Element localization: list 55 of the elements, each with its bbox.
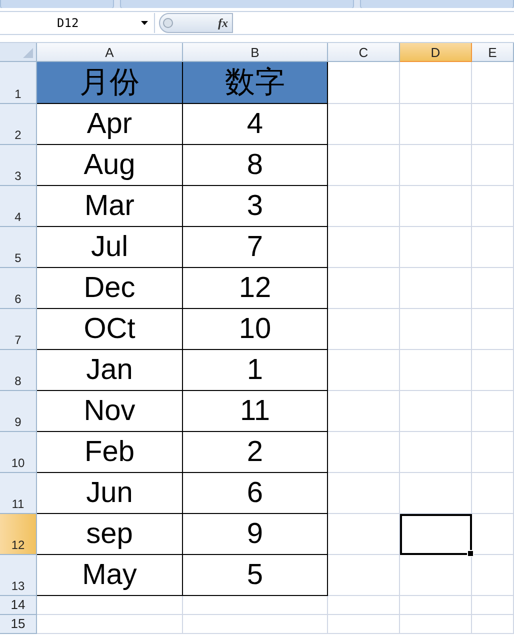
column-header[interactable]: C bbox=[328, 43, 400, 62]
cell-reference: D12 bbox=[57, 16, 79, 30]
table-cell: Jul bbox=[37, 227, 183, 268]
row-header[interactable]: 11 bbox=[0, 473, 37, 514]
table-cell: May bbox=[37, 555, 183, 596]
table-cell: 12 bbox=[183, 268, 328, 309]
select-all-button[interactable] bbox=[0, 43, 37, 62]
table-cell: 6 bbox=[183, 473, 328, 514]
table-cell: Dec bbox=[37, 268, 183, 309]
row-header[interactable]: 12 bbox=[0, 514, 37, 555]
table-cell: Nov bbox=[37, 391, 183, 432]
table-cell: 9 bbox=[183, 514, 328, 555]
row-header[interactable]: 14 bbox=[0, 596, 37, 615]
column-header[interactable]: E bbox=[472, 43, 514, 62]
row-header[interactable]: 2 bbox=[0, 104, 37, 145]
row-header[interactable]: 4 bbox=[0, 186, 37, 227]
header-cell: 月份 bbox=[37, 62, 183, 104]
table-cell: Aug bbox=[37, 145, 183, 186]
row-header[interactable]: 5 bbox=[0, 227, 37, 268]
active-cell[interactable] bbox=[400, 514, 472, 555]
row-header[interactable]: 10 bbox=[0, 432, 37, 473]
table-cell: 11 bbox=[183, 391, 328, 432]
table-cell: 1 bbox=[183, 350, 328, 391]
row-header[interactable]: 8 bbox=[0, 350, 37, 391]
row-header[interactable]: 7 bbox=[0, 309, 37, 350]
triangle-icon bbox=[23, 48, 33, 58]
column-header[interactable]: B bbox=[183, 43, 328, 62]
table-cell: 4 bbox=[183, 104, 328, 145]
table-cell: Feb bbox=[37, 432, 183, 473]
table-cell: Jan bbox=[37, 350, 183, 391]
table-cell: 3 bbox=[183, 186, 328, 227]
table-cell: Mar bbox=[37, 186, 183, 227]
circle-icon bbox=[163, 18, 173, 28]
table-cell: 8 bbox=[183, 145, 328, 186]
column-header[interactable]: D bbox=[400, 43, 472, 62]
table-cell: 10 bbox=[183, 309, 328, 350]
header-cell: 数字 bbox=[183, 62, 328, 104]
empty-cell[interactable] bbox=[472, 514, 514, 555]
row-header[interactable]: 13 bbox=[0, 555, 37, 596]
caret-icon bbox=[141, 21, 148, 25]
row-header[interactable]: 3 bbox=[0, 145, 37, 186]
name-box[interactable]: D12 bbox=[0, 13, 155, 33]
column-header[interactable]: A bbox=[37, 43, 183, 62]
table-cell: 2 bbox=[183, 432, 328, 473]
insert-function-button[interactable]: fx bbox=[159, 13, 233, 33]
row-header[interactable]: 15 bbox=[0, 615, 37, 634]
table-cell: 5 bbox=[183, 555, 328, 596]
row-header[interactable]: 6 bbox=[0, 268, 37, 309]
table-cell: sep bbox=[37, 514, 183, 555]
row-header[interactable]: 9 bbox=[0, 391, 37, 432]
table-cell: Jun bbox=[37, 473, 183, 514]
table-cell: Apr bbox=[37, 104, 183, 145]
table-cell: OCt bbox=[37, 309, 183, 350]
table-cell: 7 bbox=[183, 227, 328, 268]
row-header[interactable]: 1 bbox=[0, 62, 37, 104]
